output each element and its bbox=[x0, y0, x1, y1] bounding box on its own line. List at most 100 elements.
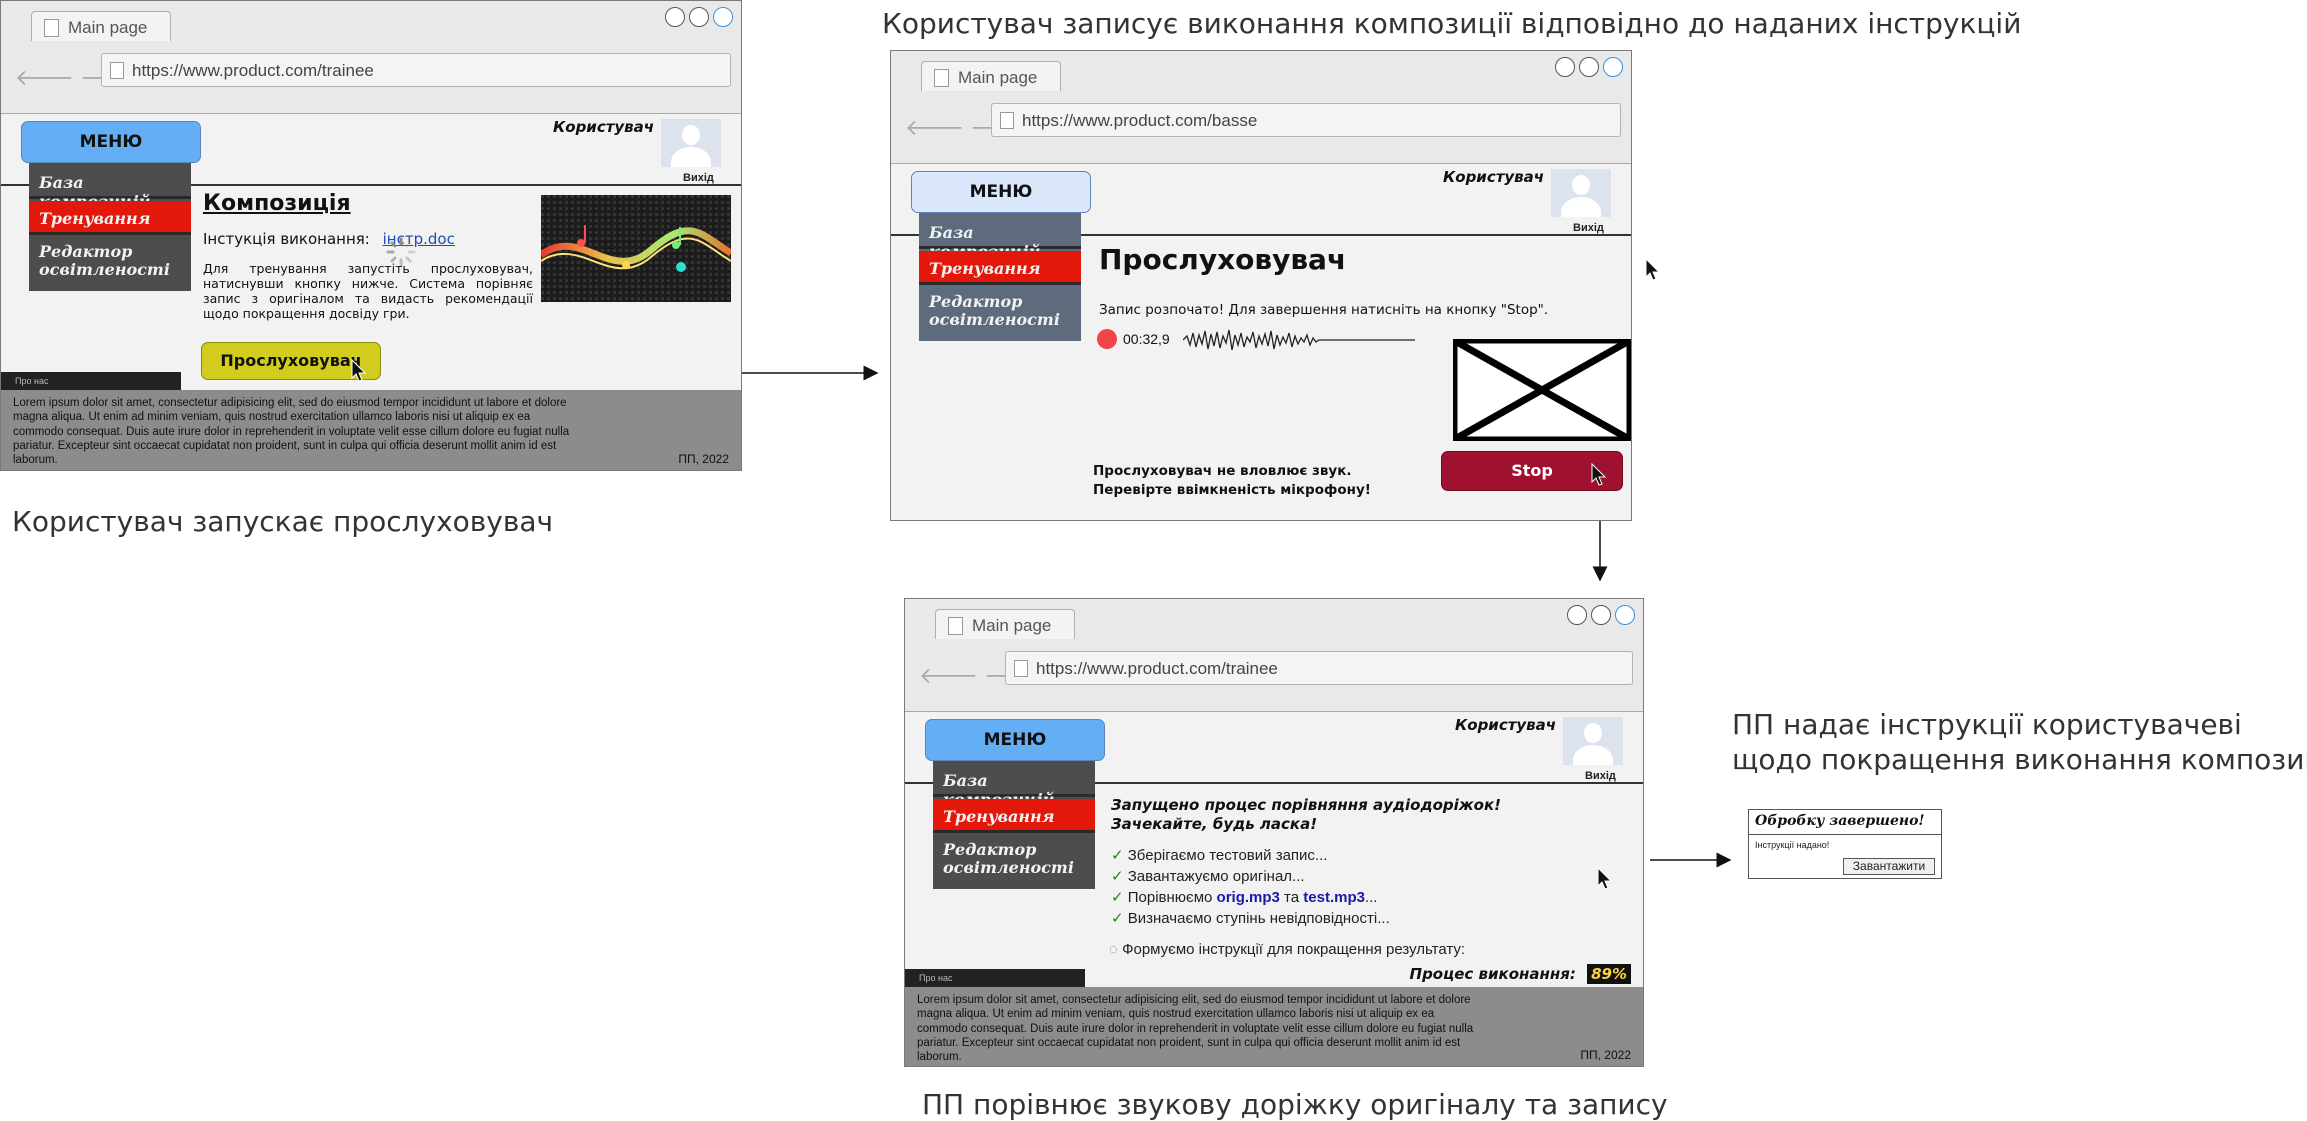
progress-label: Процес виконання: bbox=[1409, 965, 1576, 983]
dialog-message: Інструкції надано! bbox=[1755, 840, 1830, 850]
url-text: https://www.product.com/trainee bbox=[132, 61, 374, 80]
sidebar-item-compositions[interactable]: База композицій bbox=[933, 765, 1095, 809]
browser-window-compare: Main page 🡐🡒⟳ https://www.product.com/tr… bbox=[904, 598, 1644, 1067]
recording-status: Запис розпочато! Для завершення натисніт… bbox=[1099, 302, 1549, 318]
tab-title: Main page bbox=[68, 18, 148, 37]
menu-button[interactable]: МЕНЮ bbox=[21, 121, 201, 163]
close-button[interactable] bbox=[1603, 57, 1623, 77]
tab-title: Main page bbox=[958, 68, 1038, 87]
browser-window-listener: Main page 🡐🡒⟳ https://www.product.com/ba… bbox=[890, 50, 1632, 521]
browser-tab[interactable]: Main page bbox=[31, 11, 171, 41]
minimize-button[interactable] bbox=[1555, 57, 1575, 77]
dialog-title: Обробку завершено! bbox=[1749, 810, 1941, 835]
sidebar-item-lighting-editor[interactable]: Редактор освітленості bbox=[29, 237, 191, 291]
minimize-button[interactable] bbox=[1567, 605, 1587, 625]
sidebar: База композицій Тренування Редактор осві… bbox=[933, 761, 1095, 889]
download-button[interactable]: Завантажити bbox=[1843, 858, 1935, 875]
menu-button[interactable]: МЕНЮ bbox=[925, 719, 1105, 761]
mouse-cursor-icon bbox=[1591, 463, 1607, 486]
sidebar-item-training[interactable]: Тренування bbox=[933, 799, 1095, 833]
step-item: ✓ Завантажуємо оригінал... bbox=[1111, 868, 1305, 885]
address-bar[interactable]: https://www.product.com/trainee bbox=[101, 53, 731, 87]
training-description: Для тренування запустіть прослуховувач, … bbox=[203, 261, 533, 321]
back-icon[interactable]: 🡐 bbox=[905, 115, 970, 140]
mouse-cursor-icon bbox=[1645, 258, 1661, 281]
exit-link[interactable]: Вихід bbox=[1585, 770, 1616, 782]
close-button[interactable] bbox=[713, 7, 733, 27]
compare-heading-line2: Зачекайте, будь ласка! bbox=[1111, 815, 1318, 833]
exit-link[interactable]: Вихід bbox=[683, 172, 714, 184]
page-icon bbox=[110, 62, 124, 79]
forming-instructions: ◌ Формуємо інструкції для покращення рез… bbox=[1109, 941, 1466, 958]
about-tab[interactable]: Про нас bbox=[905, 969, 1085, 987]
close-button[interactable] bbox=[1615, 605, 1635, 625]
page-icon bbox=[934, 69, 949, 87]
browser-tab[interactable]: Main page bbox=[921, 61, 1061, 91]
sidebar: База композицій Тренування Редактор осві… bbox=[29, 163, 191, 291]
footer-text: Lorem ipsum dolor sit amet, consectetur … bbox=[13, 397, 570, 467]
browser-window-trainee: Main page 🡐🡒⟳ https://www.product.com/tr… bbox=[0, 0, 742, 471]
page-icon bbox=[1014, 660, 1028, 677]
compare-heading: Запущено процес порівняння аудіодоріжок!… bbox=[1111, 796, 1501, 834]
sidebar-item-lighting-editor[interactable]: Редактор освітленості bbox=[919, 287, 1081, 341]
loading-spinner-icon: ◌ bbox=[1109, 941, 1123, 958]
step-item: ✓ Порівнюємо orig.mp3 та test.mp3... bbox=[1111, 889, 1378, 906]
address-bar[interactable]: https://www.product.com/basse bbox=[991, 103, 1621, 137]
browser-chrome: Main page 🡐🡒⟳ https://www.product.com/tr… bbox=[1, 1, 741, 114]
maximize-button[interactable] bbox=[689, 7, 709, 27]
compare-heading-line1: Запущено процес порівняння аудіодоріжок! bbox=[1111, 796, 1502, 814]
avatar[interactable] bbox=[1563, 717, 1623, 765]
user-label: Користувач bbox=[553, 118, 655, 136]
avatar[interactable] bbox=[1551, 169, 1611, 217]
mic-warning: Прослуховувач не вловлює звук. Перевірте… bbox=[1093, 462, 1371, 500]
browser-tab[interactable]: Main page bbox=[935, 609, 1075, 639]
address-bar[interactable]: https://www.product.com/trainee bbox=[1005, 651, 1633, 685]
footer-year: ПП, 2022 bbox=[678, 451, 729, 466]
footer-text: Lorem ipsum dolor sit amet, consectetur … bbox=[917, 994, 1474, 1064]
page-footer: Lorem ipsum dolor sit amet, consectetur … bbox=[1, 390, 741, 470]
minimize-button[interactable] bbox=[665, 7, 685, 27]
browser-chrome: Main page 🡐🡒⟳ https://www.product.com/ba… bbox=[891, 51, 1631, 164]
sidebar-item-compositions[interactable]: База композицій bbox=[919, 217, 1081, 261]
back-icon[interactable]: 🡐 bbox=[15, 65, 80, 90]
sidebar-item-training[interactable]: Тренування bbox=[919, 251, 1081, 285]
user-label: Користувач bbox=[1443, 168, 1545, 186]
tab-title: Main page bbox=[972, 616, 1052, 635]
footer-year: ПП, 2022 bbox=[1580, 1047, 1631, 1062]
step-item: ✓ Визначаємо ступінь невідповідності... bbox=[1111, 910, 1390, 927]
user-label: Користувач bbox=[1455, 716, 1557, 734]
page-icon bbox=[44, 19, 59, 37]
record-indicator-icon bbox=[1097, 329, 1117, 349]
avatar[interactable] bbox=[661, 119, 721, 167]
maximize-button[interactable] bbox=[1591, 605, 1611, 625]
sidebar: База композицій Тренування Редактор осві… bbox=[919, 213, 1081, 341]
process-steps: ✓ Зберігаємо тестовий запис... ✓ Заванта… bbox=[1111, 845, 1390, 929]
page-icon bbox=[948, 617, 963, 635]
about-tab[interactable]: Про нас bbox=[1, 372, 181, 390]
page-title: Композиція bbox=[203, 191, 351, 216]
progress-value: 89% bbox=[1587, 964, 1631, 984]
exit-link[interactable]: Вихід bbox=[1573, 222, 1604, 234]
music-notes-image bbox=[541, 195, 731, 302]
instruction-row: Інстукція виконання: інстр.doc bbox=[203, 230, 455, 248]
step-item: ✓ Зберігаємо тестовий запис... bbox=[1111, 847, 1328, 864]
page-title: Прослуховувач bbox=[1099, 243, 1347, 276]
check-icon: ✓ bbox=[1111, 847, 1128, 864]
maximize-button[interactable] bbox=[1579, 57, 1599, 77]
sidebar-item-lighting-editor[interactable]: Редактор освітленості bbox=[933, 835, 1095, 889]
url-text: https://www.product.com/trainee bbox=[1036, 659, 1278, 678]
completion-dialog: Обробку завершено! Інструкції надано! За… bbox=[1748, 809, 1942, 879]
page-footer: Lorem ipsum dolor sit amet, consectetur … bbox=[905, 987, 1643, 1066]
instruction-label: Інстукція виконання: bbox=[203, 230, 370, 248]
url-text: https://www.product.com/basse bbox=[1022, 111, 1258, 130]
back-icon[interactable]: 🡐 bbox=[919, 663, 984, 688]
sidebar-item-training[interactable]: Тренування bbox=[29, 201, 191, 235]
menu-button[interactable]: МЕНЮ bbox=[911, 171, 1091, 213]
audio-waveform bbox=[1183, 329, 1415, 351]
record-timer: 00:32,9 bbox=[1123, 331, 1170, 347]
mic-warning-line1: Прослуховувач не вловлює звук. bbox=[1093, 463, 1352, 479]
sidebar-item-compositions[interactable]: База композицій bbox=[29, 167, 191, 211]
check-icon: ✓ bbox=[1111, 889, 1128, 906]
browser-chrome: Main page 🡐🡒⟳ https://www.product.com/tr… bbox=[905, 599, 1643, 712]
progress-row: Процес виконання: 89% bbox=[1409, 964, 1631, 984]
